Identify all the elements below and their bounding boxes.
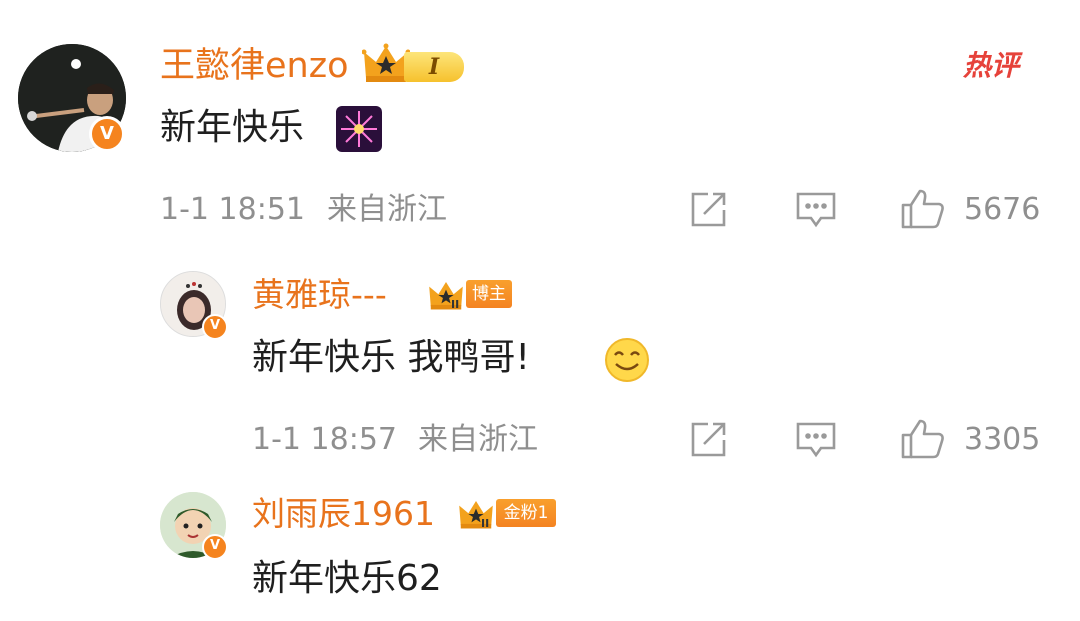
crown-icon <box>362 42 410 84</box>
share-icon[interactable] <box>688 420 728 460</box>
reply-time: 1-1 18:57 <box>252 422 397 457</box>
level-badge: I <box>404 52 464 82</box>
comment-like-count: 5676 <box>964 192 1041 227</box>
reply-location: 来自浙江 <box>418 422 538 457</box>
comment-username[interactable]: 王懿律enzo <box>160 44 349 88</box>
like-icon[interactable] <box>900 188 946 230</box>
verified-badge-icon: V <box>89 116 125 152</box>
comment-icon[interactable] <box>795 420 837 460</box>
level-text: I <box>428 54 440 80</box>
reply-username[interactable]: 黄雅琼--- <box>252 274 387 316</box>
crown-level: II <box>481 517 490 530</box>
smile-emoji-icon <box>604 337 650 383</box>
fan-tag: 金粉1 <box>496 499 556 527</box>
comment-text: 新年快乐 <box>160 107 305 148</box>
reply-text: 新年快乐 我鸭哥! <box>252 337 530 378</box>
reply-text: 新年快乐62 <box>252 558 442 599</box>
comment-location: 来自浙江 <box>327 192 447 227</box>
crown-icon <box>457 498 495 530</box>
verified-badge-icon: V <box>202 314 228 340</box>
blogger-tag: 博主 <box>466 280 512 308</box>
hot-comment-badge: 热评 <box>963 49 1020 82</box>
share-icon[interactable] <box>688 190 728 230</box>
like-icon[interactable] <box>900 418 946 460</box>
fireworks-icon <box>336 106 382 152</box>
reply-like-count: 3305 <box>964 422 1041 457</box>
crown-icon <box>427 279 465 311</box>
comment-icon[interactable] <box>795 190 837 230</box>
reply-username[interactable]: 刘雨辰1961 <box>252 493 435 535</box>
verified-badge-icon: V <box>202 534 228 560</box>
crown-level: II <box>451 298 460 311</box>
comment-time: 1-1 18:51 <box>160 192 305 227</box>
